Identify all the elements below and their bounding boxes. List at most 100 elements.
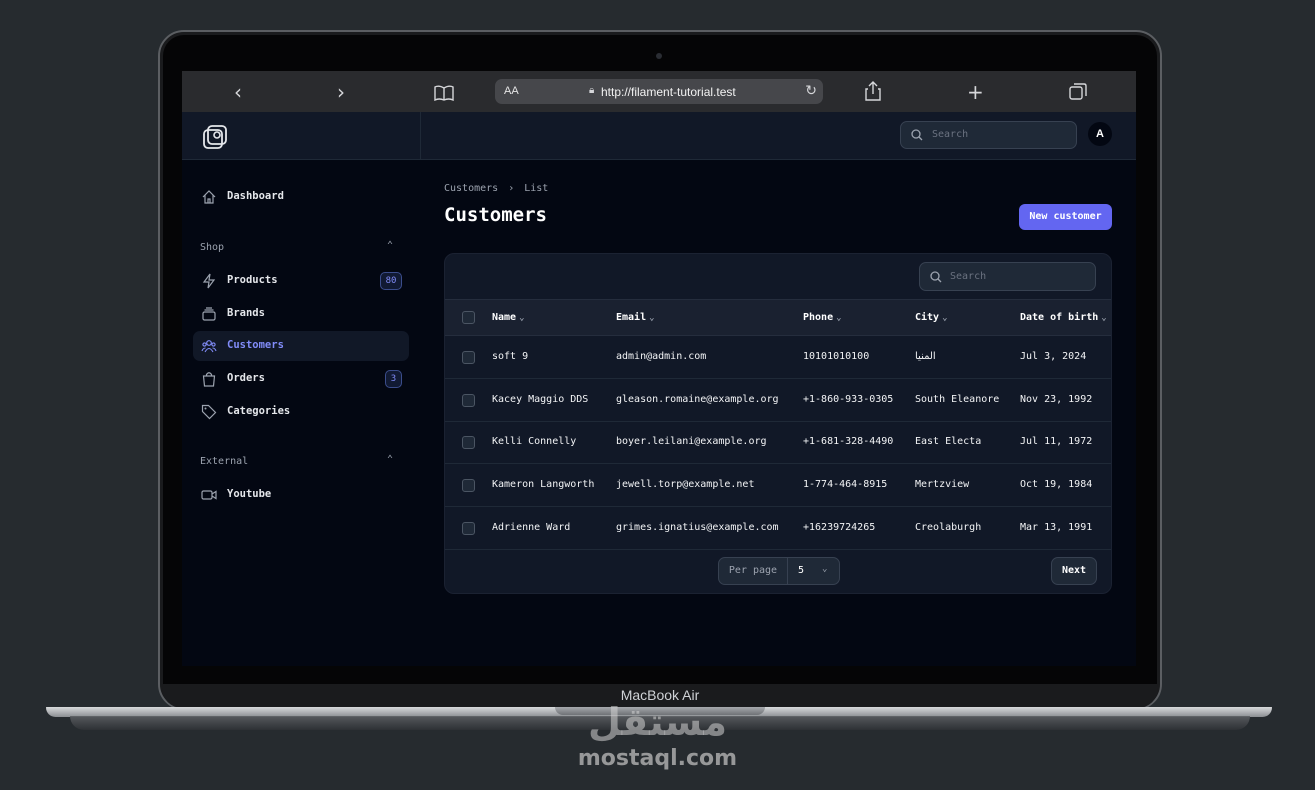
cell-phone: +1-681-328-4490 [803,436,894,447]
row-checkbox[interactable] [462,479,475,492]
global-search-placeholder: Search [932,129,969,140]
search-icon [930,271,942,283]
main-content: Customers › List Customers New customer Se… [420,160,1136,666]
per-page-select[interactable]: Per page 5 ⌄ [718,557,840,585]
url-text[interactable]: http://filament-tutorial.test [601,85,736,99]
chevron-down-icon: ⌄ [942,313,948,323]
cell-phone: 1-774-464-8915 [803,479,888,490]
nav-group-shop: Shop [200,242,225,253]
breadcrumb-list: List [524,183,549,194]
cell-city: East Electa [915,436,982,447]
table-search-input[interactable]: Search [919,262,1096,291]
row-checkbox[interactable] [462,394,475,407]
home-icon [202,190,216,204]
chevron-right-icon: › [508,183,515,194]
cell-date-of-birth: Jul 3, 2024 [1020,351,1087,362]
table-header: Name ⌄ Email ⌄ Phone ⌄ City ⌄ Date of birth ⌄ [445,299,1111,336]
tag-icon [201,404,217,420]
column-header-phone[interactable]: Phone ⌄ [803,312,842,323]
cell-name: Kameron Langworth [492,479,595,490]
sidebar-item-dashboard[interactable]: Dashboard [193,182,409,212]
column-header-email[interactable]: Email ⌄ [616,312,655,323]
cell-city: Mertzview [915,479,970,490]
new-tab-icon[interactable]: + [967,80,984,104]
watermark-site: mostaql.com [577,746,738,771]
browser-toolbar: ‹ › AA http://filament-tutorial.test 🔒︎ … [182,71,1136,112]
sidebar-item-label: Dashboard [227,190,284,202]
column-header-date-of-birth[interactable]: Date of birth ⌄ [1020,312,1107,323]
column-header-city[interactable]: City ⌄ [915,312,948,323]
sidebar-item-label: Customers [227,339,284,351]
sidebar-item-orders[interactable]: Orders 3 [193,364,409,394]
sidebar-item-label: Products [227,274,278,286]
cell-name: Kelli Connelly [492,436,577,447]
sidebar-item-customers[interactable]: Customers [193,331,409,361]
next-page-button[interactable]: Next [1051,557,1097,585]
chevron-down-icon: ⌄ [649,313,655,323]
table-row[interactable]: Kameron Langworth jewell.torp@example.ne… [445,464,1111,507]
shopping-bag-icon [202,372,216,387]
cell-city: المنيا [915,351,936,362]
topbar-divider [420,112,421,160]
select-all-checkbox[interactable] [462,311,475,324]
column-header-name[interactable]: Name ⌄ [492,312,525,323]
chevron-down-icon: ⌄ [836,313,842,323]
new-customer-button[interactable]: New customer [1019,204,1112,230]
customers-table-card: Search Name ⌄ Email ⌄ Phone ⌄ City ⌄ Date of… [444,253,1112,594]
table-row[interactable]: soft 9 admin@admin.com 10101010100 المني… [445,336,1111,379]
breadcrumb-customers[interactable]: Customers [444,183,498,194]
chevron-down-icon: ⌄ [1101,313,1107,323]
sidebar-item-label: Categories [227,405,291,417]
cell-phone: +16239724265 [803,522,876,533]
row-checkbox[interactable] [462,522,475,535]
products-count-badge: 80 [380,272,402,290]
brand-logo-icon[interactable] [202,124,228,150]
page-title: Customers [444,204,547,226]
nav-group-external: External [200,456,249,467]
reload-icon[interactable]: ↻ [805,83,817,99]
table-row[interactable]: Adrienne Ward grimes.ignatius@example.co… [445,507,1111,550]
table-row[interactable]: Kacey Maggio DDS gleason.romaine@example… [445,379,1111,422]
sidebar: Dashboard Shop ⌃ Products 80 Brands Cust… [182,160,420,666]
global-search-input[interactable]: Search [900,121,1077,149]
text-size-button[interactable]: AA [504,85,519,97]
lock-icon: 🔒︎ [589,85,595,96]
users-icon [201,340,217,353]
cell-date-of-birth: Mar 13, 1991 [1020,522,1093,533]
cell-name: soft 9 [492,351,529,362]
chevron-down-icon: ⌄ [519,313,525,323]
video-camera-icon [201,490,217,500]
cell-city: Creolaburgh [915,522,982,533]
sidebar-item-brands[interactable]: Brands [193,299,409,329]
cell-name: Adrienne Ward [492,522,571,533]
forward-icon[interactable]: › [337,80,345,104]
sidebar-item-youtube[interactable]: Youtube [193,480,409,510]
pagination: Per page 5 ⌄ Next [445,549,1111,593]
sidebar-item-products[interactable]: Products 80 [193,266,409,296]
chevron-down-icon: ⌄ [822,564,828,574]
row-checkbox[interactable] [462,436,475,449]
bookmarks-icon[interactable] [434,82,454,106]
tabs-icon[interactable] [1069,82,1087,106]
orders-count-badge: 3 [385,370,402,388]
sidebar-item-label: Brands [227,307,265,319]
row-checkbox[interactable] [462,351,475,364]
sidebar-item-categories[interactable]: Categories [193,397,409,427]
bolt-icon [202,273,216,289]
cell-date-of-birth: Nov 23, 1992 [1020,394,1093,405]
cell-phone: 10101010100 [803,351,870,362]
table-row[interactable]: Kelli Connelly boyer.leilani@example.org… [445,421,1111,464]
cell-email: admin@admin.com [616,351,707,362]
avatar[interactable]: A [1088,122,1112,146]
breadcrumb: Customers › List [444,183,558,194]
cell-date-of-birth: Oct 19, 1984 [1020,479,1093,490]
address-bar[interactable]: AA http://filament-tutorial.test 🔒︎ ↻ [495,79,823,104]
share-icon[interactable] [865,81,881,106]
table-search-placeholder: Search [950,271,987,282]
search-icon [911,129,923,141]
chevron-up-icon[interactable]: ⌃ [387,454,393,465]
chevron-up-icon[interactable]: ⌃ [387,240,393,251]
cell-date-of-birth: Jul 11, 1972 [1020,436,1093,447]
back-icon[interactable]: ‹ [234,80,242,104]
per-page-label: Per page [719,558,788,584]
